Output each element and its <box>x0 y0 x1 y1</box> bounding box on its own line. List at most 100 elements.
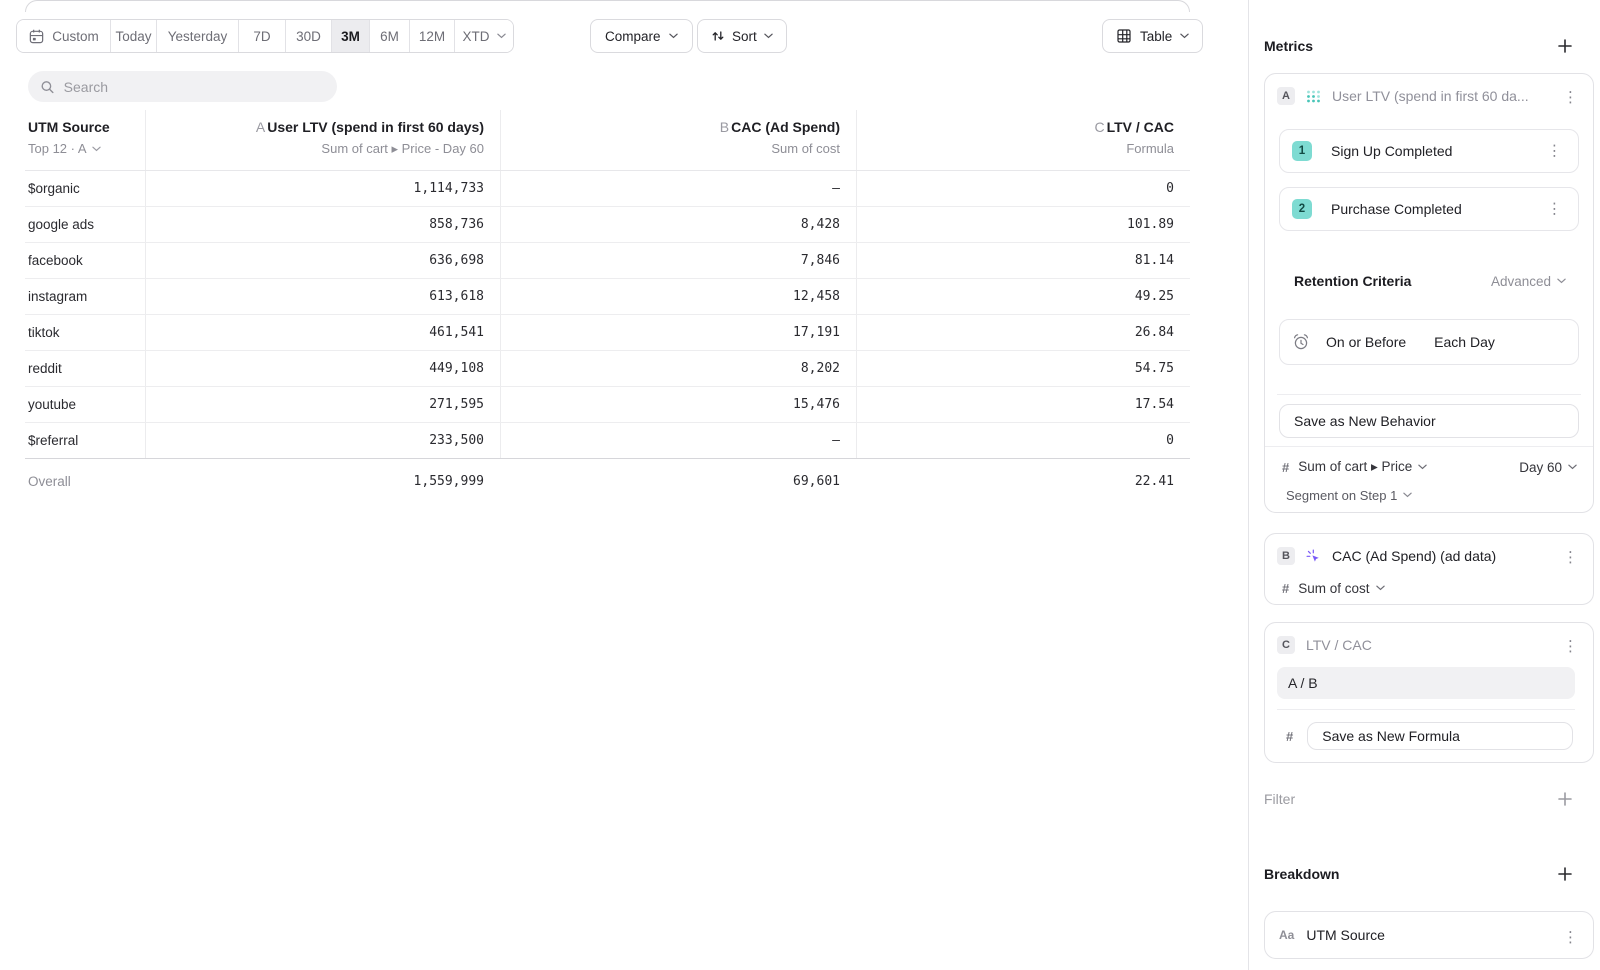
table-row[interactable]: google ads 858,736 8,428 101.89 <box>25 207 1190 243</box>
metric-a-header[interactable]: A User LTV (spend in first 60 da... <box>1277 87 1553 105</box>
chevron-down-icon <box>497 33 506 39</box>
view-type-button[interactable]: Table <box>1102 19 1203 53</box>
metric-c-menu-button[interactable]: ⋮ <box>1561 637 1580 656</box>
retention-criteria-title: Retention Criteria <box>1294 273 1411 289</box>
measure-dropdown[interactable]: Sum of cost <box>1298 581 1384 596</box>
metric-letter-badge: A <box>1277 87 1295 105</box>
date-range-6m[interactable]: 6M <box>370 20 410 52</box>
date-range-12m[interactable]: 12M <box>410 20 455 52</box>
save-as-new-formula-button[interactable]: Save as New Formula <box>1307 722 1573 750</box>
step-1-card[interactable]: 1 Sign Up Completed ⋮ <box>1279 129 1579 173</box>
metric-a-card: A User LTV (spend in first 60 da... ⋮ 1 … <box>1264 73 1594 513</box>
chevron-down-icon <box>1376 585 1385 591</box>
column-header-metric-b[interactable]: BCAC (Ad Spend) Sum of cost <box>500 110 856 170</box>
calendar-icon <box>28 28 45 45</box>
table-row[interactable]: tiktok 461,541 17,191 26.84 <box>25 315 1190 351</box>
formula-input[interactable]: A / B <box>1277 667 1575 699</box>
breakdown-title: Breakdown <box>1264 866 1339 882</box>
add-metric-button[interactable] <box>1555 36 1575 56</box>
segment-dropdown[interactable]: Segment on Step 1 <box>1286 488 1412 503</box>
search-input[interactable] <box>64 79 325 95</box>
metric-a-menu-button[interactable]: ⋮ <box>1561 88 1580 107</box>
sort-button[interactable]: Sort <box>697 19 787 53</box>
breakdown-menu-button[interactable]: ⋮ <box>1561 928 1580 947</box>
metrics-title: Metrics <box>1264 38 1313 54</box>
metrics-section-header: Metrics <box>1264 36 1575 56</box>
filter-section-header: Filter <box>1264 789 1575 809</box>
date-range-xtd[interactable]: XTD <box>455 20 513 52</box>
segment-row: Segment on Step 1 <box>1286 486 1412 504</box>
column-header-metric-c[interactable]: CLTV / CAC Formula <box>856 110 1190 170</box>
metric-c-card: C LTV / CAC ⋮ A / B # Save as New Formul… <box>1264 622 1594 763</box>
date-range-3m-selected[interactable]: 3M <box>332 20 370 52</box>
measure-dropdown[interactable]: Sum of cart ▸ Price <box>1298 459 1427 475</box>
chevron-down-icon <box>1557 278 1566 284</box>
step-2-menu-button[interactable]: ⋮ <box>1545 200 1564 219</box>
metric-a-title: User LTV (spend in first 60 da... <box>1332 88 1529 104</box>
sort-arrows-icon <box>711 29 725 43</box>
date-range-yesterday[interactable]: Yesterday <box>157 20 239 52</box>
breakdown-section-header: Breakdown <box>1264 864 1575 884</box>
date-range-30d[interactable]: 30D <box>286 20 332 52</box>
table-row[interactable]: youtube 271,595 15,476 17.54 <box>25 387 1190 423</box>
plus-icon <box>1557 791 1573 807</box>
numeric-type-icon: # <box>1286 729 1293 744</box>
retention-criteria-row: Retention Criteria Advanced <box>1294 273 1566 289</box>
numeric-type-icon: # <box>1282 460 1289 475</box>
table-row[interactable]: $referral 233,500 – 0 <box>25 423 1190 459</box>
table-header-row: UTM Source Top 12 · A AUser LTV (spend i… <box>25 110 1190 171</box>
measurement-row: # Sum of cart ▸ Price Day 60 <box>1282 456 1577 478</box>
step-number-badge: 2 <box>1292 199 1312 219</box>
search-icon <box>40 79 55 95</box>
chevron-down-icon <box>669 33 678 39</box>
content-card-top-edge <box>25 0 1190 12</box>
compare-button[interactable]: Compare <box>590 19 693 53</box>
retention-advanced-dropdown[interactable]: Advanced <box>1491 274 1566 289</box>
table-overall-row: Overall 1,559,999 69,601 22.41 <box>25 459 1190 503</box>
step-number-badge: 1 <box>1292 141 1312 161</box>
date-range-control: Custom Today Yesterday 7D 30D 3M 6M 12M … <box>16 19 514 53</box>
measurement-row: # Sum of cost <box>1282 578 1385 598</box>
chevron-down-icon <box>92 146 101 152</box>
table-row[interactable]: instagram 613,618 12,458 49.25 <box>25 279 1190 315</box>
save-as-new-behavior-button[interactable]: Save as New Behavior <box>1279 404 1579 438</box>
table-row[interactable]: reddit 449,108 8,202 54.75 <box>25 351 1190 387</box>
step-1-menu-button[interactable]: ⋮ <box>1545 142 1564 161</box>
behavior-condition[interactable]: On or Before <box>1326 334 1406 350</box>
metric-c-header[interactable]: C LTV / CAC <box>1277 636 1553 654</box>
query-builder-panel: Metrics A User LTV (spend in first 60 da… <box>1248 0 1600 970</box>
metric-b-menu-button[interactable]: ⋮ <box>1561 548 1580 567</box>
row-limit-dropdown[interactable]: Top 12 · A <box>28 140 145 158</box>
add-breakdown-button[interactable] <box>1555 864 1575 884</box>
ad-click-icon <box>1306 549 1321 564</box>
date-range-7d[interactable]: 7D <box>239 20 286 52</box>
metric-b-title: CAC (Ad Spend) (ad data) <box>1332 548 1496 564</box>
column-header-utm-source[interactable]: UTM Source Top 12 · A <box>25 110 145 170</box>
search-box <box>28 71 337 102</box>
date-range-custom[interactable]: Custom <box>17 20 111 52</box>
metric-b-header[interactable]: B CAC (Ad Spend) (ad data) <box>1277 547 1553 565</box>
table-row[interactable]: $organic 1,114,733 – 0 <box>25 171 1190 207</box>
date-range-today[interactable]: Today <box>111 20 157 52</box>
results-table: UTM Source Top 12 · A AUser LTV (spend i… <box>25 110 1190 503</box>
add-filter-button[interactable] <box>1555 789 1575 809</box>
table-row[interactable]: facebook 636,698 7,846 81.14 <box>25 243 1190 279</box>
text-property-icon: Aa <box>1279 928 1294 942</box>
date-range-label: Custom <box>52 29 99 44</box>
chevron-down-icon <box>1403 492 1412 498</box>
divider <box>1277 709 1575 710</box>
alarm-clock-icon <box>1292 333 1310 351</box>
divider <box>1277 394 1581 395</box>
chevron-down-icon <box>1180 33 1189 39</box>
numeric-type-icon: # <box>1282 581 1289 596</box>
divider <box>1265 446 1593 447</box>
column-header-metric-a[interactable]: AUser LTV (spend in first 60 days) Sum o… <box>145 110 500 170</box>
window-dropdown[interactable]: Day 60 <box>1519 460 1577 475</box>
metric-c-title: LTV / CAC <box>1306 637 1372 653</box>
behavior-value[interactable]: Each Day <box>1434 334 1495 350</box>
breakdown-item-card[interactable]: Aa UTM Source ⋮ <box>1264 911 1594 959</box>
plus-icon <box>1557 38 1573 54</box>
formula-save-row: # Save as New Formula <box>1286 719 1573 753</box>
retention-behavior-row[interactable]: On or Before Each Day <box>1279 319 1579 365</box>
step-2-card[interactable]: 2 Purchase Completed ⋮ <box>1279 187 1579 231</box>
